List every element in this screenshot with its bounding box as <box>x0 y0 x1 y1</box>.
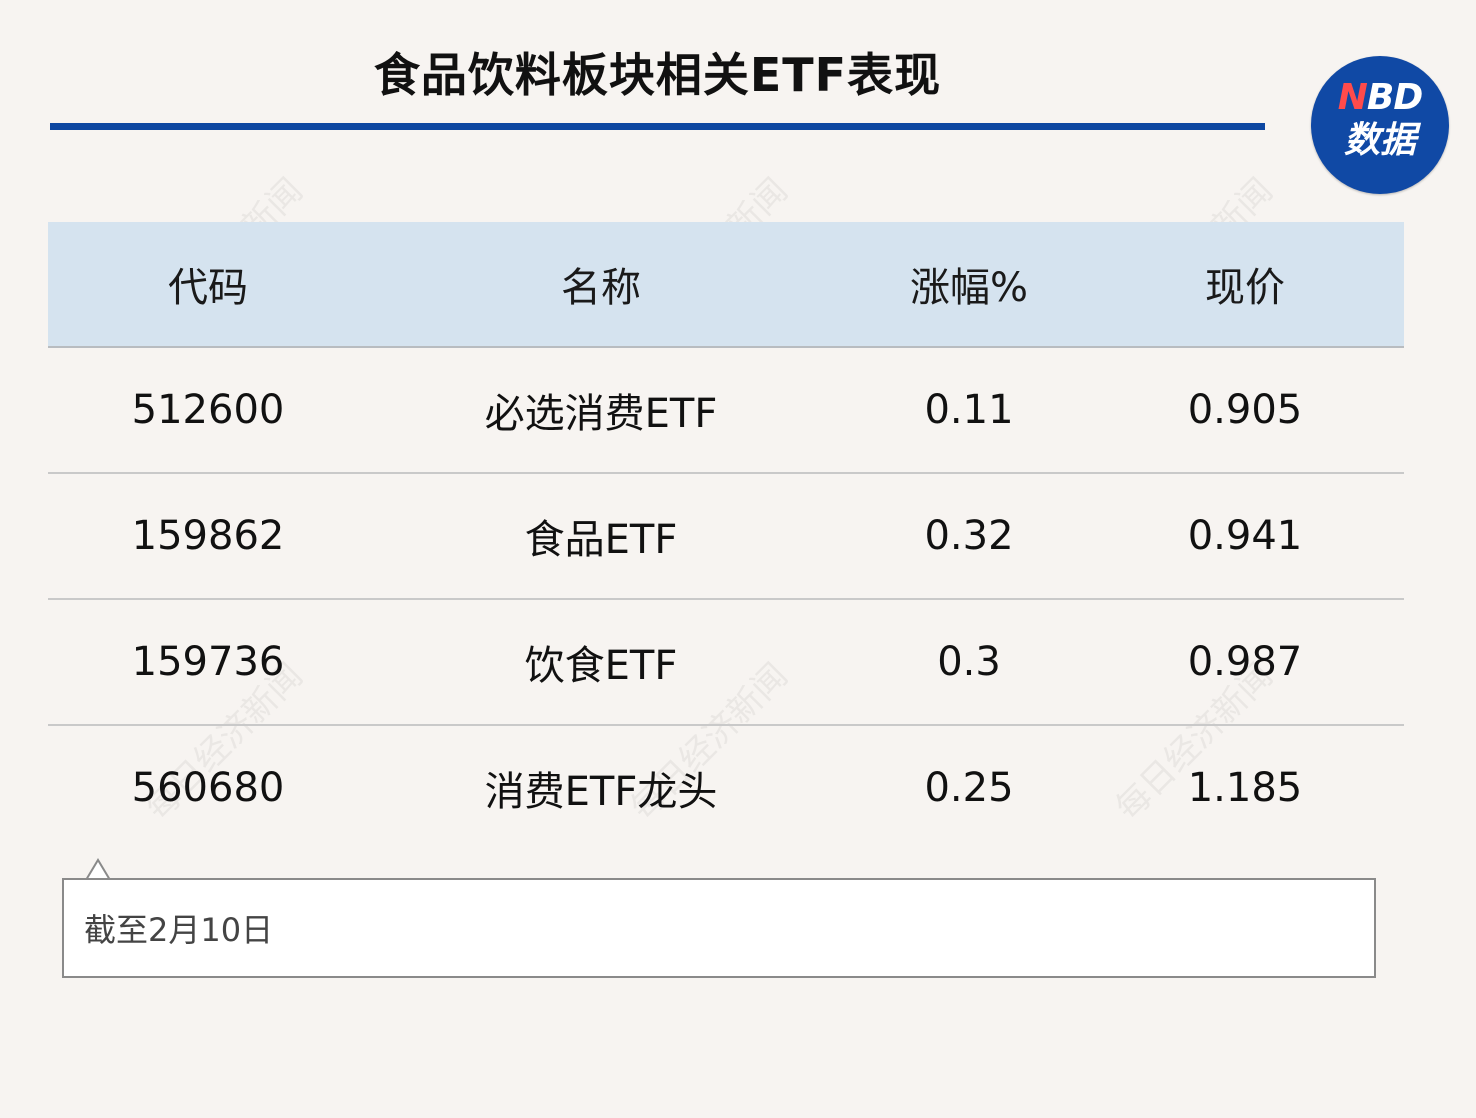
title-underline <box>50 123 1265 130</box>
logo-wordmark: NBD <box>1337 77 1423 118</box>
cell-price: 1.185 <box>1187 765 1303 811</box>
column-header-price: 现价 <box>1205 265 1285 311</box>
cell-name: 必选消费ETF <box>484 391 718 437</box>
cell-code: 560680 <box>131 765 285 811</box>
table-row: 159862 食品ETF 0.32 0.941 <box>48 474 1404 600</box>
table-row: 560680 消费ETF龙头 0.25 1.185 <box>48 726 1404 850</box>
cell-change: 0.11 <box>924 387 1014 433</box>
column-header-name: 名称 <box>561 265 641 311</box>
table-row: 159736 饮食ETF 0.3 0.987 <box>48 600 1404 726</box>
cell-name: 饮食ETF <box>524 643 678 689</box>
note-text: 截至2月10日 <box>84 911 274 949</box>
note-box: 截至2月10日 <box>62 878 1376 978</box>
cell-price: 0.905 <box>1187 387 1303 433</box>
column-header-code: 代码 <box>168 265 248 311</box>
cell-change: 0.3 <box>937 639 1001 685</box>
page: 每日经济新闻 每日经济新闻 每日经济新闻 每日经济新闻 每日经济新闻 每日经济新… <box>0 0 1476 1118</box>
nbd-logo: NBD 数据 <box>1311 56 1449 194</box>
column-header-change: 涨幅% <box>909 265 1028 311</box>
table-header: 代码 名称 涨幅% 现价 <box>48 222 1404 348</box>
cell-price: 0.941 <box>1187 513 1303 559</box>
cell-price: 0.987 <box>1187 639 1303 685</box>
etf-table: 代码 名称 涨幅% 现价 512600 必选消费ETF 0.11 0.905 1… <box>48 222 1404 850</box>
cell-code: 159736 <box>131 639 285 685</box>
cell-change: 0.32 <box>924 513 1014 559</box>
cell-change: 0.25 <box>924 765 1014 811</box>
page-title: 食品饮料板块相关ETF表现 <box>373 48 942 102</box>
cell-code: 159862 <box>131 513 285 559</box>
cell-name: 食品ETF <box>524 517 678 563</box>
cell-name: 消费ETF龙头 <box>484 769 718 815</box>
table-row: 512600 必选消费ETF 0.11 0.905 <box>48 348 1404 474</box>
logo-subtitle: 数据 <box>1343 120 1416 161</box>
cell-code: 512600 <box>131 387 285 433</box>
